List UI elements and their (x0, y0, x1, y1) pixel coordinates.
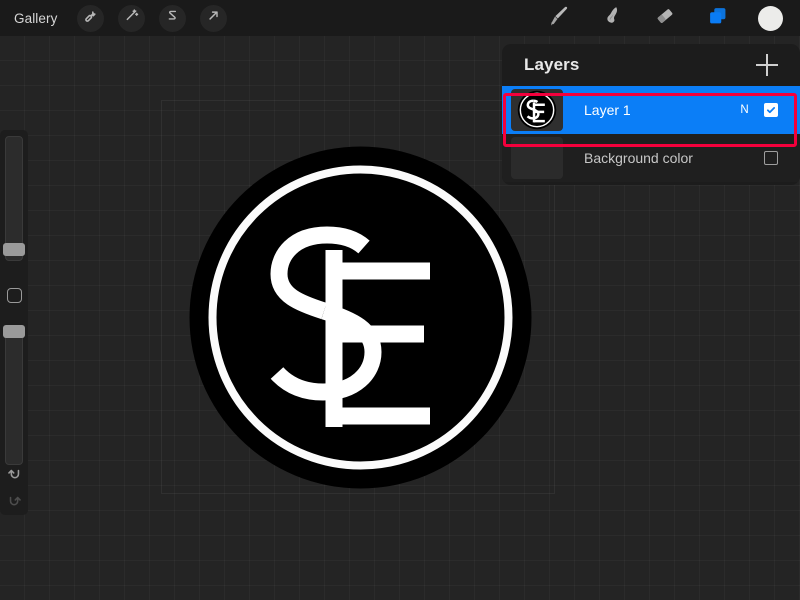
redo-button[interactable] (5, 492, 24, 511)
brush-size-handle[interactable] (3, 243, 25, 256)
blend-mode-label[interactable]: N (740, 104, 749, 116)
layer-thumbnail[interactable] (511, 89, 563, 131)
left-tool-group (77, 4, 228, 32)
layers-panel-header: Layers (502, 44, 800, 86)
actions-wrench-icon (83, 8, 99, 29)
artwork-se-monogram (183, 140, 538, 495)
right-tool-group (546, 3, 783, 34)
smudge-button[interactable] (599, 3, 625, 34)
layers-icon (705, 3, 731, 34)
paint-brush-icon (546, 3, 572, 34)
opacity-slider[interactable] (5, 325, 23, 465)
layers-panel-title: Layers (524, 55, 580, 74)
selection-s-icon (165, 8, 180, 28)
layers-panel: Layers Layer 1 N Background color (502, 44, 800, 185)
top-toolbar: Gallery (0, 0, 800, 36)
layer-row-layer-1[interactable]: Layer 1 N (502, 86, 800, 134)
layer-visibility-checkbox[interactable] (764, 103, 778, 117)
paint-brush-button[interactable] (546, 3, 572, 34)
background-controls (764, 151, 778, 165)
selection-button[interactable] (159, 4, 187, 32)
procreate-app-window: Gallery Layers Layer 1 N Background colo… (0, 0, 800, 600)
actions-wrench-button[interactable] (77, 4, 105, 32)
eraser-button[interactable] (652, 3, 678, 34)
background-visibility-checkbox[interactable] (764, 151, 778, 165)
layer-controls: N (740, 103, 778, 117)
add-layer-button[interactable] (756, 54, 778, 76)
layer-row-background-color[interactable]: Background color (502, 134, 800, 182)
color-swatch-button[interactable] (758, 5, 783, 31)
layer-name-label: Layer 1 (584, 102, 631, 118)
opacity-handle[interactable] (3, 325, 25, 338)
smudge-icon (599, 3, 625, 34)
left-sidebar (0, 130, 28, 515)
adjustments-wand-button[interactable] (118, 4, 146, 32)
eraser-icon (652, 3, 678, 34)
undo-button[interactable] (5, 465, 24, 484)
modify-button[interactable] (7, 288, 22, 303)
transform-button[interactable] (200, 4, 228, 32)
background-color-label: Background color (584, 150, 693, 166)
layers-button[interactable] (705, 3, 731, 34)
gallery-button[interactable]: Gallery (14, 11, 57, 26)
transform-arrow-icon (206, 8, 221, 28)
background-color-thumbnail[interactable] (511, 137, 563, 179)
adjustments-wand-icon (124, 8, 140, 29)
